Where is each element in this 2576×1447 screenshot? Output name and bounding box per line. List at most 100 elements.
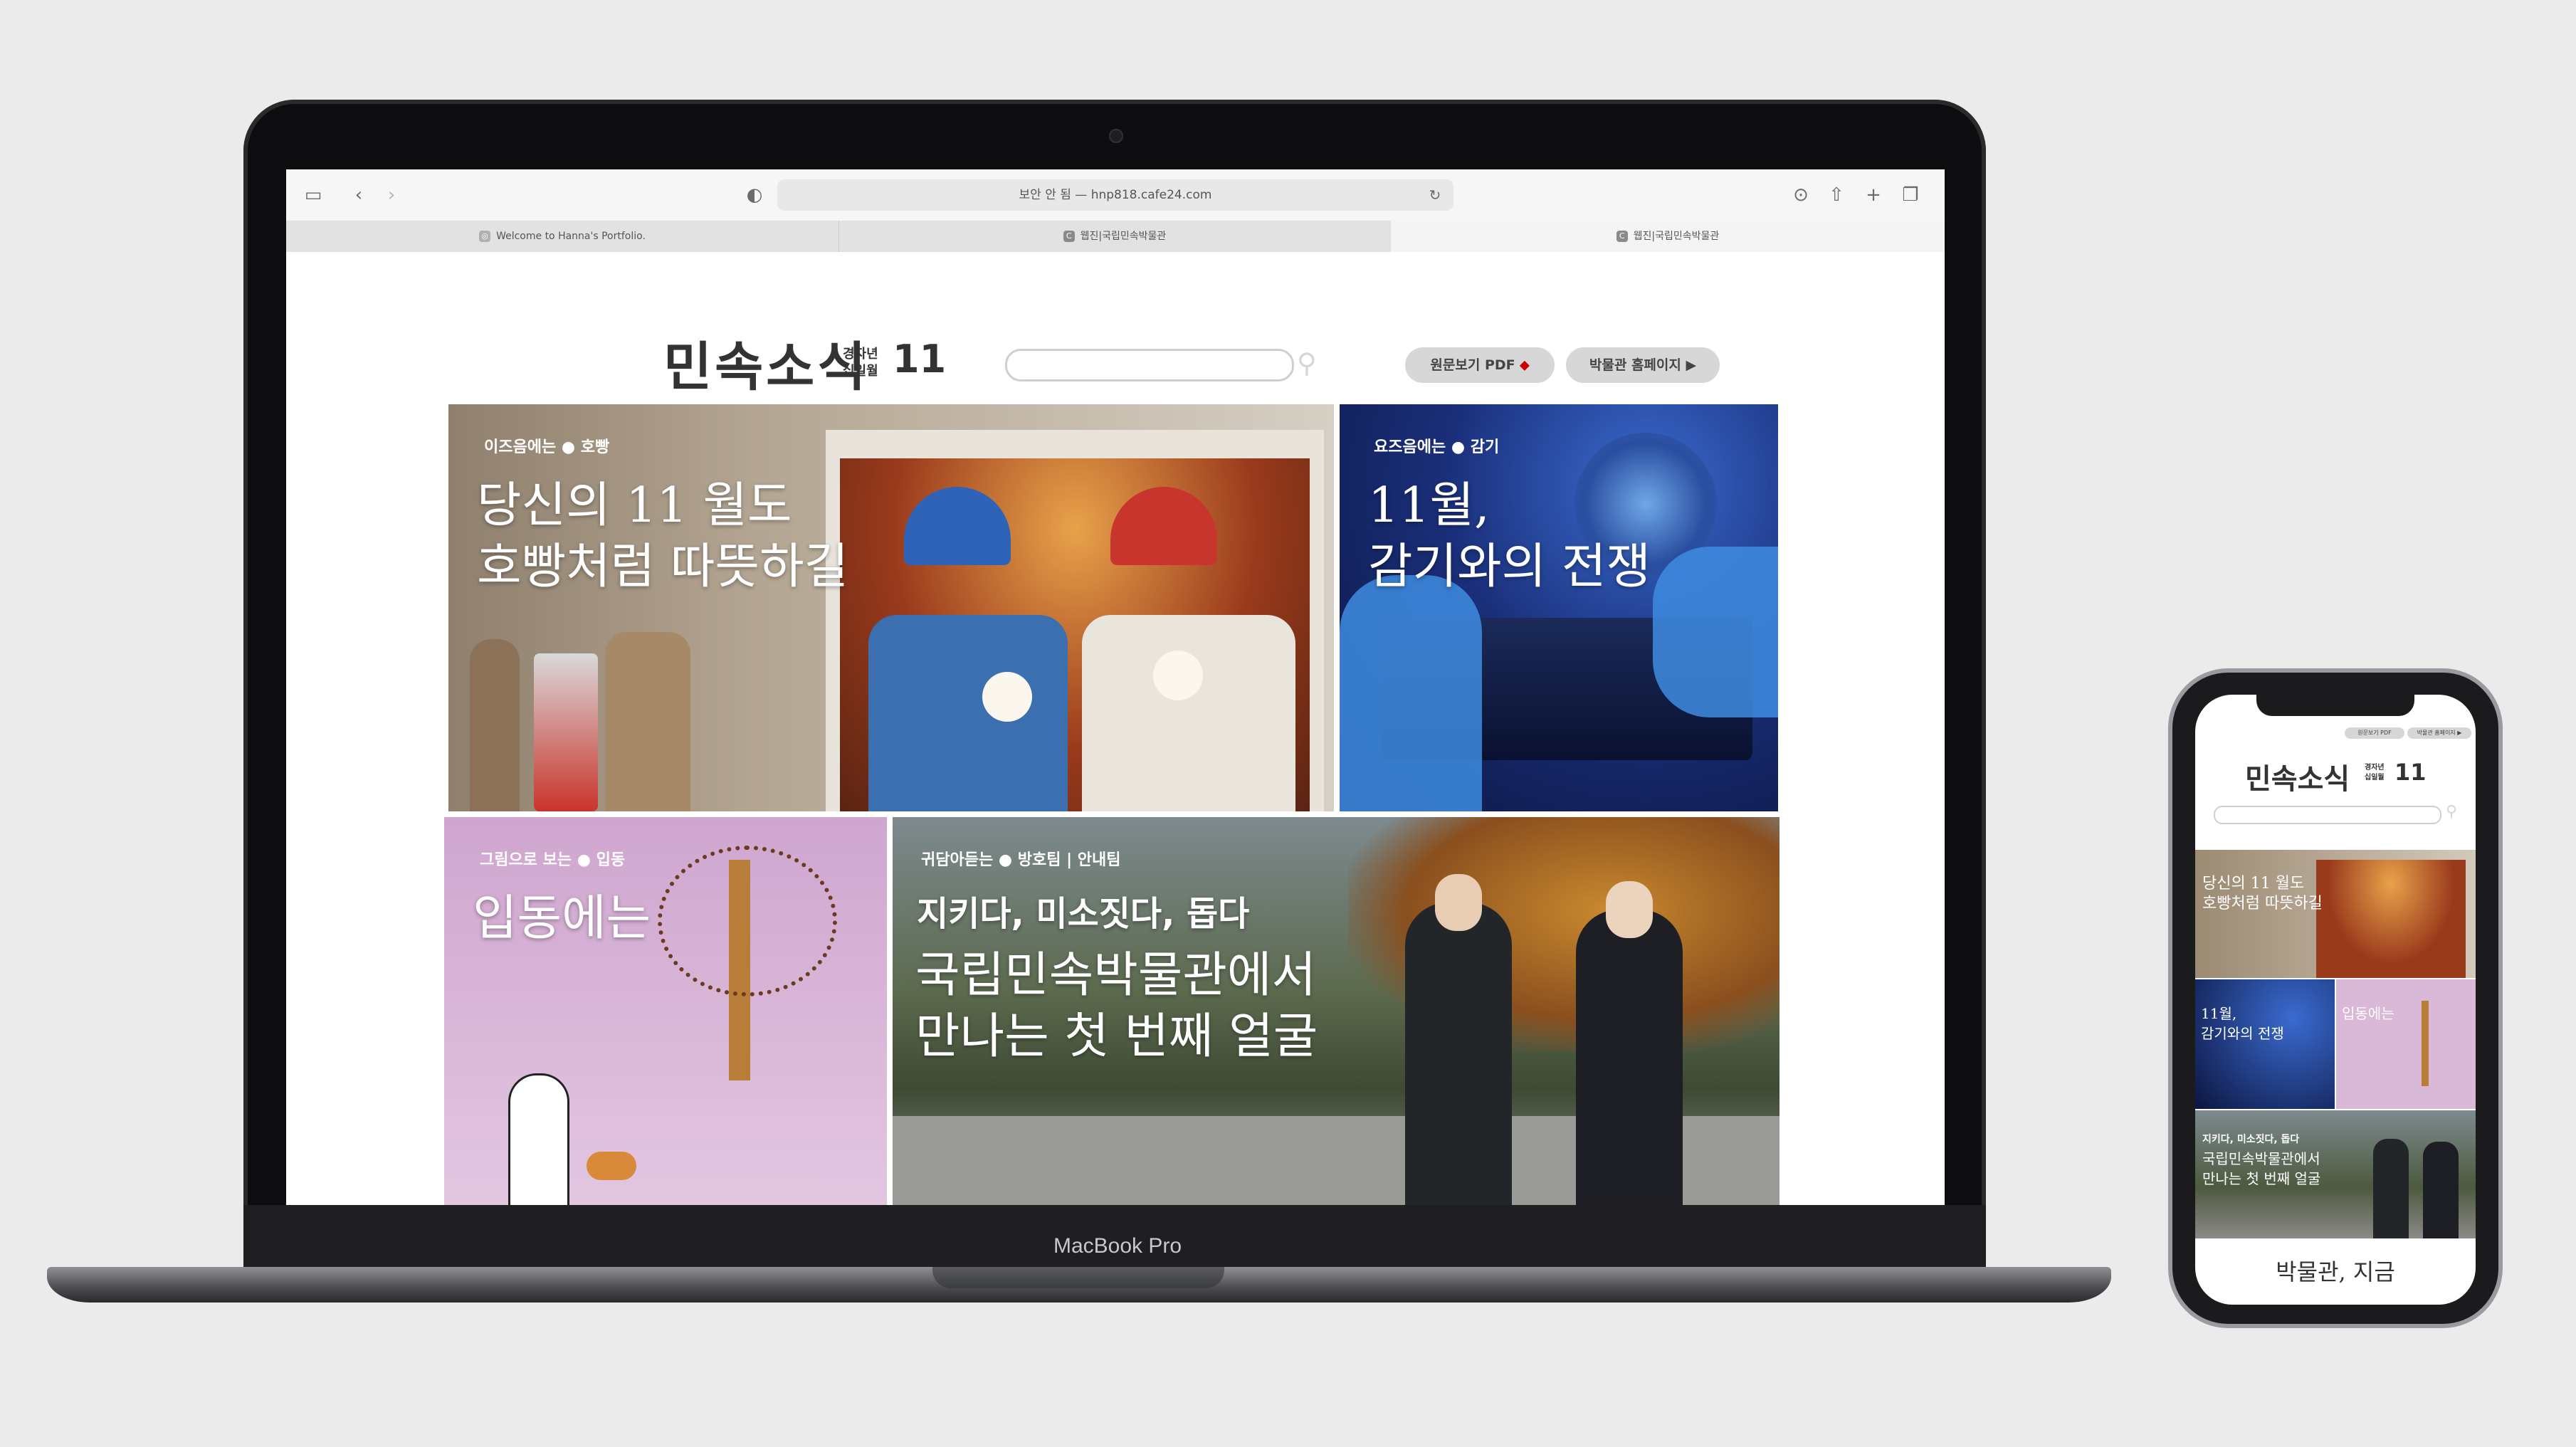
tile-ipdong[interactable]: 그림으로 보는 ● 입동 입동에는 — [444, 817, 887, 1205]
browser-window: ▭ ‹ › ◐ 보안 안 됨 — hnp818.cafe24.com ↻ ⊙ ⇧… — [286, 169, 1945, 1205]
favicon-icon: C — [1616, 231, 1628, 242]
reload-icon[interactable]: ↻ — [1424, 184, 1446, 206]
phone-headline-line-1: 당신의 11 월도 — [2202, 875, 2305, 893]
dog-illustration — [587, 1152, 636, 1180]
figure-illustration — [508, 1073, 569, 1205]
tile-headline: 입동에는 — [473, 888, 651, 949]
phone-logo-month: 십일월 — [2365, 774, 2385, 782]
phone-tile-guard[interactable]: 지키다, 미소짓다, 돕다 국립민속박물관에서 만나는 첫 번째 얼굴 — [2195, 1110, 2476, 1238]
tile-guard[interactable]: 귀담아듣는 ● 방호팀 | 안내팀 지키다, 미소짓다, 돕다 국립민속박물관에… — [893, 817, 1779, 1205]
phone-home-button[interactable]: 박물관 홈페이지 ▶ — [2407, 727, 2471, 739]
tree-branches — [658, 846, 837, 996]
phone-tile-hoppang[interactable]: 당신의 11 월도 호빵처럼 따뜻하길 — [2195, 850, 2476, 978]
person-hat-right — [1110, 487, 1217, 565]
phone-screen: 원문보기 PDF 박물관 홈페이지 ▶ 민속소식 경자년 십일월 11 ⚲ 당신… — [2195, 695, 2476, 1305]
tab-label: 웹진|국립민속박물관 — [1633, 231, 1720, 242]
guard-face — [1435, 874, 1482, 931]
person-hat-left — [904, 487, 1011, 565]
phone-pdf-button[interactable]: 원문보기 PDF — [2345, 727, 2404, 739]
person-left — [868, 615, 1068, 811]
tab-webzine-1[interactable]: C 웹진|국립민속박물관 — [838, 221, 1392, 252]
tab-label: 웹진|국립민속박물관 — [1080, 231, 1167, 242]
tile-bold-title: 지키다, 미소짓다, 돕다 — [917, 894, 1250, 934]
address-bar[interactable]: 보안 안 됨 — hnp818.cafe24.com — [777, 179, 1453, 211]
pdf-button-label: 원문보기 PDF — [1430, 357, 1515, 373]
phone-tile-headline: 입동에는 — [2342, 1005, 2394, 1022]
phone-logo-title[interactable]: 민속소식 — [2245, 756, 2350, 797]
phone-headline-line-1: 국립민속박물관에서 — [2202, 1150, 2320, 1167]
download-icon[interactable]: ⊙ — [1789, 184, 1812, 206]
issue-number: 11 — [893, 337, 947, 382]
headline-line-1: 당신의 11 월도 — [477, 478, 792, 534]
new-tab-icon[interactable]: + — [1862, 184, 1885, 206]
phone-footer-title: 박물관, 지금 — [2276, 1258, 2395, 1285]
person-guard — [1405, 903, 1512, 1205]
browser-toolbar: ▭ ‹ › ◐ 보안 안 됨 — hnp818.cafe24.com ↻ ⊙ ⇧… — [286, 169, 1945, 221]
gloved-hand-left — [1340, 575, 1482, 811]
pdf-icon: ⬥ — [1520, 357, 1530, 373]
search-icon[interactable]: ⚲ — [1297, 347, 1317, 379]
headline-line-2: 감기와의 전쟁 — [1368, 539, 1651, 595]
phone-headline-line-2: 호빵처럼 따뜻하길 — [2202, 895, 2323, 912]
forward-icon[interactable]: › — [380, 184, 403, 206]
phone-tile-bold: 지키다, 미소짓다, 돕다 — [2202, 1134, 2300, 1145]
phone-tile-headline: 11월, 감기와의 전쟁 — [2201, 1004, 2284, 1043]
person-right — [1082, 615, 1295, 811]
phone-logo-year: 경자년 — [2365, 764, 2385, 772]
logo-year: 경자년 — [843, 347, 878, 362]
sidebar-icon[interactable]: ▭ — [302, 184, 325, 206]
pdf-button[interactable]: 원문보기 PDF ⬥ — [1405, 347, 1555, 383]
phone-headline-line-2: 만나는 첫 번째 얼굴 — [2202, 1170, 2321, 1187]
tile-kicker: 요즈음에는 ● 감기 — [1374, 438, 1500, 456]
phone-headline-line-1: 11월, — [2201, 1005, 2237, 1022]
headline-line-2: 호빵처럼 따뜻하길 — [477, 539, 849, 595]
bun-left — [982, 672, 1032, 722]
phone-tile-flu[interactable]: 11월, 감기와의 전쟁 — [2195, 979, 2335, 1109]
phone-tile-headline: 당신의 11 월도 호빵처럼 따뜻하길 — [2202, 874, 2323, 914]
logo-month: 십일월 — [843, 364, 878, 379]
tab-webzine-2[interactable]: C 웹진|국립민속박물관 — [1391, 221, 1945, 252]
tab-label: Welcome to Hanna's Portfolio. — [496, 231, 646, 242]
phone-person-guide — [2423, 1142, 2459, 1238]
laptop-brand: MacBook Pro — [1053, 1234, 1182, 1258]
tab-overview-icon[interactable]: ❐ — [1899, 184, 1922, 206]
camera-icon — [1109, 129, 1123, 143]
figure-right — [605, 632, 690, 811]
tile-kicker: 귀담아듣는 ● 방호팀 | 안내팀 — [921, 851, 1121, 869]
back-icon[interactable]: ‹ — [347, 184, 370, 206]
gloved-hand-right — [1653, 547, 1778, 717]
search-input[interactable] — [1005, 349, 1294, 382]
phone-tile-ipdong[interactable]: 입동에는 — [2336, 979, 2476, 1109]
tab-portfolio[interactable]: ◎ Welcome to Hanna's Portfolio. — [286, 221, 839, 252]
phone-person-guard — [2373, 1139, 2409, 1238]
phone-search-icon[interactable]: ⚲ — [2446, 803, 2457, 821]
tile-headline: 당신의 11 월도 호빵처럼 따뜻하길 — [477, 475, 848, 598]
tile-headline: 국립민속박물관에서 만나는 첫 번째 얼굴 — [915, 945, 1318, 1068]
tile-headline: 11월, 감기와의 전쟁 — [1368, 475, 1651, 598]
phone-search-input[interactable] — [2214, 806, 2441, 824]
headline-line-1: 11월, — [1368, 478, 1490, 534]
figure-left — [470, 639, 520, 811]
tile-hoppang[interactable]: 이즈음에는 ● 호빵 당신의 11 월도 호빵처럼 따뜻하길 — [448, 404, 1334, 811]
guide-face — [1606, 881, 1653, 938]
hoppang-photo — [840, 458, 1310, 811]
bun-right — [1153, 651, 1203, 700]
headline-line-1: 입동에는 — [473, 890, 651, 947]
tab-bar: ◎ Welcome to Hanna's Portfolio. C 웹진|국립민속박… — [286, 221, 1945, 252]
steamer — [534, 653, 598, 811]
tile-flu[interactable]: 요즈음에는 ● 감기 11월, 감기와의 전쟁 — [1340, 404, 1778, 811]
phone-logo-subtitle: 경자년 십일월 — [2365, 763, 2385, 783]
museum-home-button[interactable]: 박물관 홈페이지 ▶ — [1566, 347, 1720, 383]
compass-icon: ◎ — [479, 231, 491, 242]
phone-notch — [2256, 690, 2414, 716]
phone-hoppang-photo — [2316, 860, 2466, 978]
privacy-shield-icon[interactable]: ◐ — [743, 184, 766, 206]
logo-subtitle: 경자년 십일월 — [843, 346, 878, 380]
share-icon[interactable]: ⇧ — [1825, 184, 1848, 206]
logo-title[interactable]: 민속소식 — [663, 325, 868, 401]
favicon-icon: C — [1063, 231, 1075, 242]
headline-line-2: 만나는 첫 번째 얼굴 — [915, 1009, 1318, 1065]
tile-kicker: 그림으로 보는 ● 입동 — [480, 851, 626, 869]
headline-line-1: 국립민속박물관에서 — [915, 947, 1317, 1004]
phone-tree — [2422, 1001, 2429, 1086]
